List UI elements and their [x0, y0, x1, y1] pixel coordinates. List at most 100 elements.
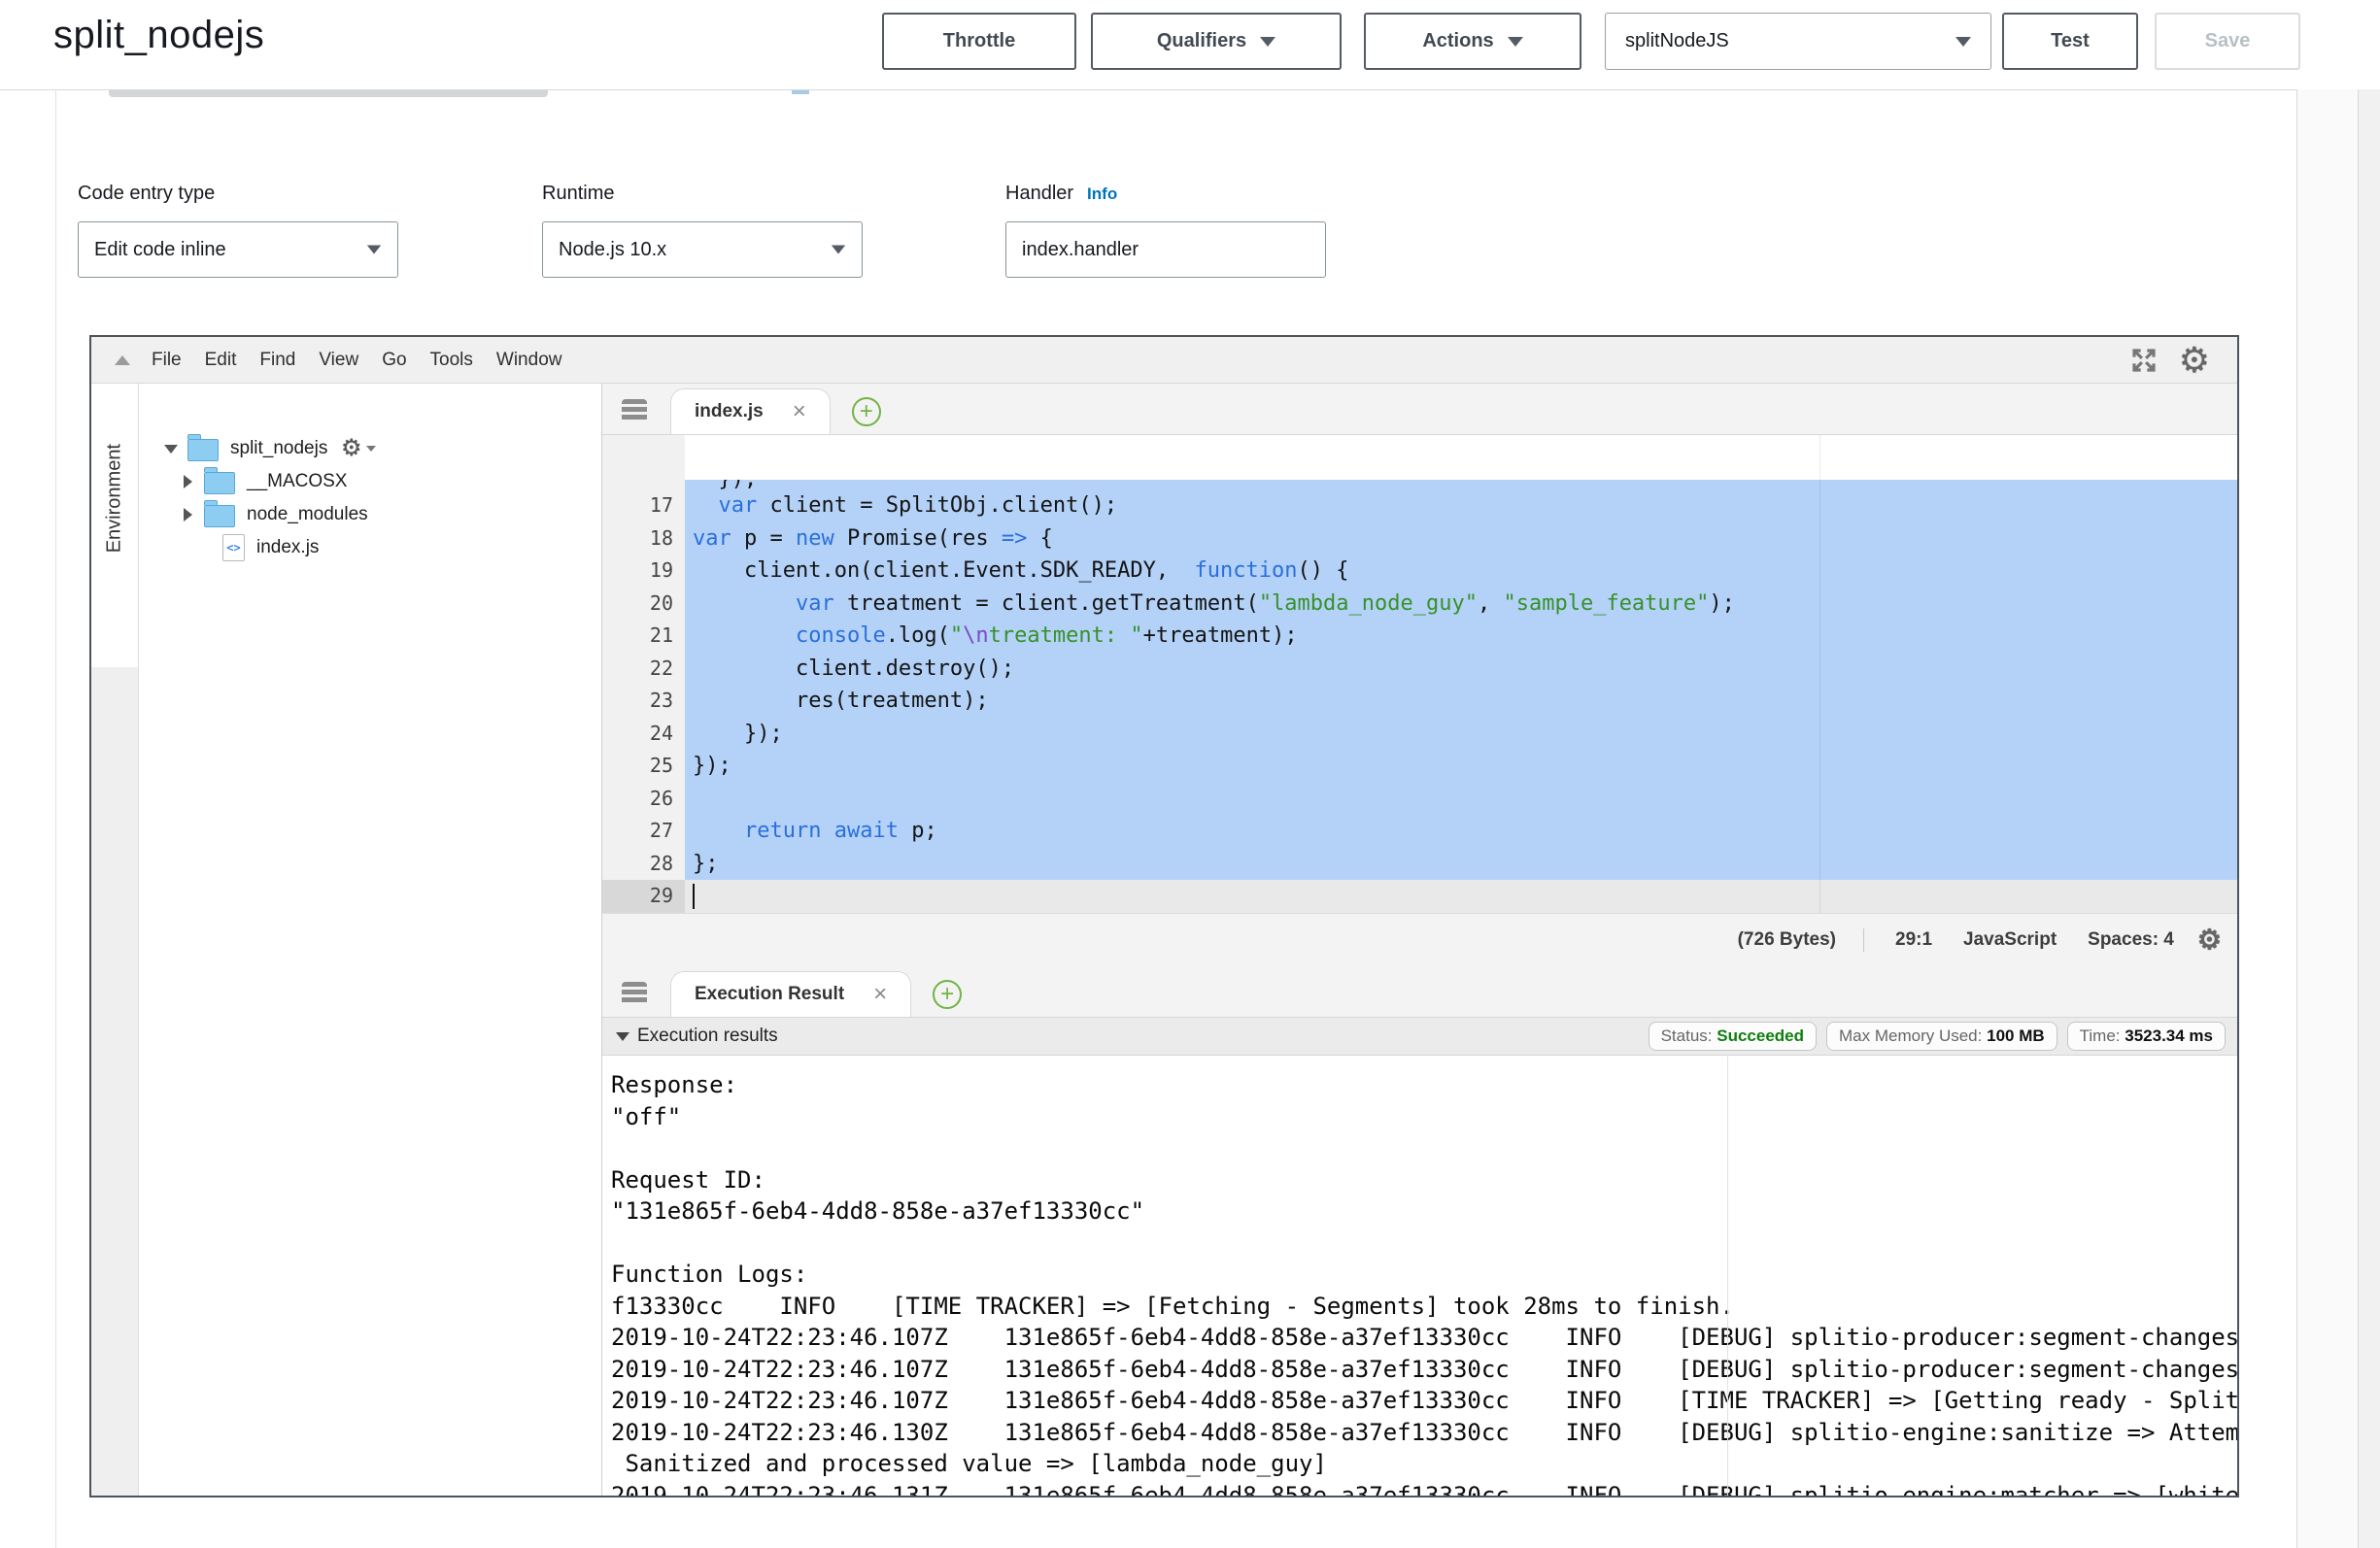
- code-text[interactable]: [685, 435, 2237, 480]
- gutter-cell[interactable]: [602, 435, 685, 480]
- close-icon[interactable]: ×: [793, 400, 806, 423]
- menu-edit[interactable]: Edit: [193, 350, 249, 371]
- tree-folder-macosx[interactable]: __MACOSX: [139, 465, 601, 498]
- gutter-cell[interactable]: 27: [602, 815, 685, 848]
- gutter-cell[interactable]: 29: [602, 880, 685, 913]
- actions-button[interactable]: Actions: [1364, 13, 1581, 70]
- tree-settings[interactable]: ⚙: [341, 437, 376, 460]
- tree-root-split-nodejs[interactable]: split_nodejs ⚙: [139, 432, 601, 465]
- gutter-cell[interactable]: [602, 480, 685, 489]
- tab-index-js[interactable]: index.js ×: [670, 388, 831, 434]
- code-text[interactable]: console.log("\ntreatment: "+treatment);: [685, 620, 2237, 653]
- code-text[interactable]: var p = new Promise(res => {: [685, 522, 2237, 555]
- tree-collapsed-icon[interactable]: [184, 475, 192, 488]
- code-line-25[interactable]: 25});: [602, 750, 2237, 783]
- code-line-18[interactable]: 18var p = new Promise(res => {: [602, 522, 2237, 555]
- code-text[interactable]: });: [685, 718, 2237, 751]
- collapse-menubar-icon[interactable]: [115, 355, 130, 365]
- gutter-cell[interactable]: 28: [602, 848, 685, 881]
- new-tab-icon[interactable]: +: [852, 397, 881, 426]
- test-button-label: Test: [2051, 30, 2090, 52]
- indentation-indicator[interactable]: Spaces: 4: [2088, 929, 2174, 951]
- log-pane-divider: [1727, 1056, 1728, 1496]
- code-line-27[interactable]: 27 return await p;: [602, 815, 2237, 848]
- code-entry-type-select[interactable]: Edit code inline: [78, 221, 398, 278]
- code-line-21[interactable]: 21 console.log("\ntreatment: "+treatment…: [602, 620, 2237, 653]
- gutter-cell[interactable]: 21: [602, 620, 685, 653]
- menu-find[interactable]: Find: [248, 350, 307, 371]
- save-button[interactable]: Save: [2155, 13, 2300, 70]
- code-text[interactable]: });: [685, 750, 2237, 783]
- tree-collapsed-icon[interactable]: [184, 508, 192, 522]
- qualifiers-button[interactable]: Qualifiers: [1091, 13, 1342, 70]
- tab-execution-result[interactable]: Execution Result ×: [670, 971, 911, 1017]
- gutter-cell[interactable]: 22: [602, 653, 685, 686]
- code-line-28[interactable]: 28};: [602, 848, 2237, 881]
- execution-log-output[interactable]: Response:"off" Request ID:"131e865f-6eb4…: [602, 1056, 2237, 1496]
- tree-file-label: index.js: [256, 537, 319, 558]
- gutter-cell[interactable]: 17: [602, 489, 685, 522]
- code-text[interactable]: return await p;: [685, 815, 2237, 848]
- log-line: Request ID:: [611, 1164, 2237, 1196]
- code-line-26[interactable]: 26: [602, 783, 2237, 816]
- gutter-cell[interactable]: 24: [602, 718, 685, 751]
- gutter-cell[interactable]: 23: [602, 685, 685, 718]
- print-margin-line: [1819, 435, 1820, 913]
- cursor-position-indicator[interactable]: 29:1: [1895, 929, 1932, 951]
- code-line-20[interactable]: 20 var treatment = client.getTreatment("…: [602, 588, 2237, 621]
- code-text[interactable]: var client = SplitObj.client();: [685, 489, 2237, 522]
- code-line-24[interactable]: 24 });: [602, 718, 2237, 751]
- code-line-16-partial[interactable]: });: [602, 480, 2237, 489]
- gutter-cell[interactable]: 25: [602, 750, 685, 783]
- code-text[interactable]: });: [685, 480, 2237, 489]
- page-scrollbar-track[interactable]: [2358, 89, 2380, 1548]
- close-icon[interactable]: ×: [873, 983, 887, 1006]
- statusbar-divider: [1863, 928, 1864, 952]
- code-text[interactable]: };: [685, 848, 2237, 881]
- statusbar-settings-gear-icon[interactable]: ⚙: [2197, 926, 2222, 954]
- runtime-select[interactable]: Node.js 10.x: [542, 221, 863, 278]
- tab-list-icon[interactable]: [622, 399, 647, 422]
- test-event-select[interactable]: splitNodeJS: [1605, 13, 1991, 70]
- tab-list-icon[interactable]: [622, 982, 647, 1005]
- fullscreen-icon[interactable]: [2128, 345, 2159, 376]
- code-text[interactable]: var treatment = client.getTreatment("lam…: [685, 588, 2237, 621]
- editor-statusbar: (726 Bytes) 29:1 JavaScript Spaces: 4 ⚙: [602, 913, 2237, 966]
- code-top-spacer[interactable]: [602, 435, 2237, 480]
- environment-sidebar[interactable]: Environment: [91, 384, 139, 1496]
- code-text[interactable]: client.destroy();: [685, 653, 2237, 686]
- code-text[interactable]: client.on(client.Event.SDK_READY, functi…: [685, 555, 2237, 588]
- tree-folder-node-modules[interactable]: node_modules: [139, 498, 601, 531]
- code-editor[interactable]: });17 var client = SplitObj.client();18v…: [602, 435, 2237, 913]
- code-line-19[interactable]: 19 client.on(client.Event.SDK_READY, fun…: [602, 555, 2237, 588]
- handler-info-link[interactable]: Info: [1087, 185, 1117, 203]
- section-expanded-icon[interactable]: [616, 1032, 629, 1041]
- menu-view[interactable]: View: [307, 350, 370, 371]
- code-text[interactable]: res(treatment);: [685, 685, 2237, 718]
- menu-window[interactable]: Window: [485, 350, 574, 371]
- throttle-button[interactable]: Throttle: [882, 13, 1076, 70]
- gutter-cell[interactable]: 20: [602, 588, 685, 621]
- menu-tools[interactable]: Tools: [419, 350, 485, 371]
- editor-settings-gear-icon[interactable]: ⚙: [2179, 343, 2210, 378]
- status-badge: Status: Succeeded: [1649, 1022, 1817, 1051]
- tree-file-index-js[interactable]: <> index.js: [139, 531, 601, 564]
- gutter-cell[interactable]: 26: [602, 783, 685, 816]
- tree-expanded-icon[interactable]: [164, 445, 178, 454]
- code-text[interactable]: [685, 880, 2237, 913]
- new-tab-icon[interactable]: +: [933, 980, 962, 1009]
- test-button[interactable]: Test: [2002, 13, 2138, 70]
- code-line-17[interactable]: 17 var client = SplitObj.client();: [602, 489, 2237, 522]
- log-line: 2019-10-24T22:23:46.131Z 131e865f-6eb4-4…: [611, 1480, 2237, 1497]
- gutter-cell[interactable]: 19: [602, 555, 685, 588]
- code-line-23[interactable]: 23 res(treatment);: [602, 685, 2237, 718]
- code-line-29[interactable]: 29: [602, 880, 2237, 913]
- menu-go[interactable]: Go: [370, 350, 418, 371]
- code-text[interactable]: [685, 783, 2237, 816]
- code-line-22[interactable]: 22 client.destroy();: [602, 653, 2237, 686]
- gutter-cell[interactable]: 18: [602, 522, 685, 555]
- menu-file[interactable]: File: [140, 350, 193, 371]
- handler-input[interactable]: index.handler: [1005, 221, 1326, 278]
- file-size-indicator: (726 Bytes): [1738, 929, 1836, 951]
- language-mode-indicator[interactable]: JavaScript: [1963, 929, 2057, 951]
